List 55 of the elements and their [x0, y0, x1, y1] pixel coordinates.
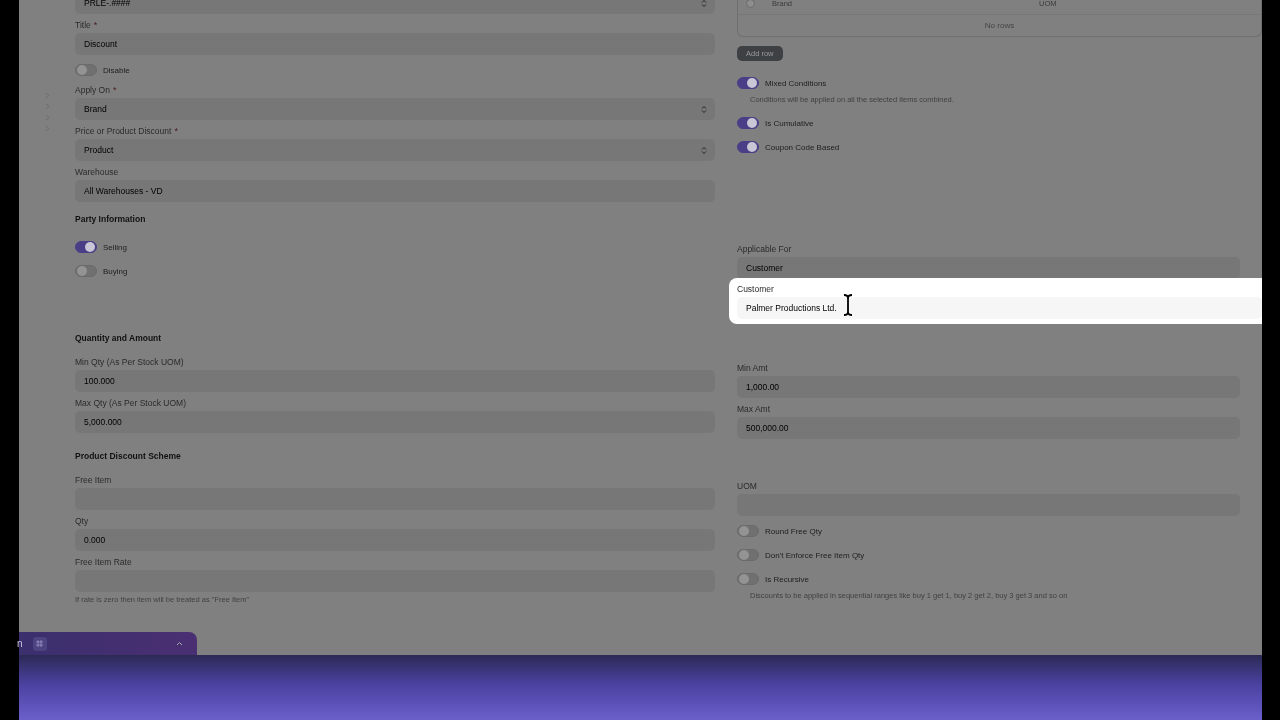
toggle-switch[interactable]: [75, 265, 97, 277]
select-field[interactable]: Product: [75, 139, 715, 161]
input-field[interactable]: Discount: [75, 33, 715, 55]
toggle-switch[interactable]: [75, 241, 97, 253]
toggle-switch[interactable]: [737, 573, 759, 585]
chevron-up-icon[interactable]: [176, 641, 183, 646]
field-label: Min Qty (As Per Stock UOM): [75, 356, 185, 369]
field-label: Price or Product Discount *: [75, 125, 179, 138]
toggle-label: Is Cumulative: [765, 118, 814, 128]
field-label: Applicable For: [737, 243, 793, 256]
input-field[interactable]: 1,000.00: [737, 376, 1240, 398]
text-cursor-icon: [843, 294, 853, 316]
field-label: UOM: [737, 480, 758, 493]
toggle-label: Don't Enforce Free Item Qty: [765, 550, 865, 560]
input-field[interactable]: 100.000: [75, 370, 715, 392]
row-checkbox[interactable]: [746, 0, 755, 8]
field-label: Apply On *: [75, 84, 118, 97]
input-field[interactable]: 5,000.000: [75, 411, 715, 433]
section-heading: Quantity and Amount: [75, 332, 163, 345]
field-label: Min Amt: [737, 362, 769, 375]
toggle-switch[interactable]: [737, 549, 759, 561]
section-heading: Product Discount Scheme: [75, 450, 182, 463]
select-arrows-icon: [701, 104, 707, 114]
field-label: Title *: [75, 19, 99, 32]
select-field[interactable]: PRLE-.####: [75, 0, 715, 14]
field-label: Free Item: [75, 474, 113, 487]
toggle-label: Selling: [103, 242, 127, 252]
toggle-label: Mixed Conditions: [765, 78, 827, 88]
select-field[interactable]: Brand: [75, 98, 715, 120]
field-label: Qty: [75, 515, 90, 528]
field-label: Warehouse: [75, 166, 120, 179]
field-label: Max Amt: [737, 403, 772, 416]
toggle-switch[interactable]: [737, 141, 759, 153]
section-heading: Party Information: [75, 213, 147, 226]
toggle-label: Disable: [103, 65, 130, 75]
toggle-switch[interactable]: [75, 64, 97, 76]
input-field[interactable]: Customer: [737, 257, 1240, 279]
toggle-switch[interactable]: [737, 525, 759, 537]
field-label: Max Qty (As Per Stock UOM): [75, 397, 187, 410]
toggle-label: Is Recursive: [765, 574, 809, 584]
toggle-label: Buying: [103, 266, 128, 276]
input-field[interactable]: 500,000.00: [737, 417, 1240, 439]
input-field[interactable]: 0.000: [75, 529, 715, 551]
toggle-label: Coupon Code Based: [765, 142, 840, 152]
input-field[interactable]: All Warehouses - VD: [75, 180, 715, 202]
field-label: Free Item Rate: [75, 556, 133, 569]
select-arrows-icon: [701, 145, 707, 155]
grid-icon[interactable]: [32, 636, 47, 651]
toggle-switch[interactable]: [737, 117, 759, 129]
input-field[interactable]: Palmer Productions Ltd.: [737, 297, 1262, 319]
select-arrows-icon: [701, 0, 707, 8]
dock-label: n: [17, 638, 23, 649]
field-label: Customer: [737, 283, 775, 296]
toggle-switch[interactable]: [737, 77, 759, 89]
toggle-label: Round Free Qty: [765, 526, 822, 536]
